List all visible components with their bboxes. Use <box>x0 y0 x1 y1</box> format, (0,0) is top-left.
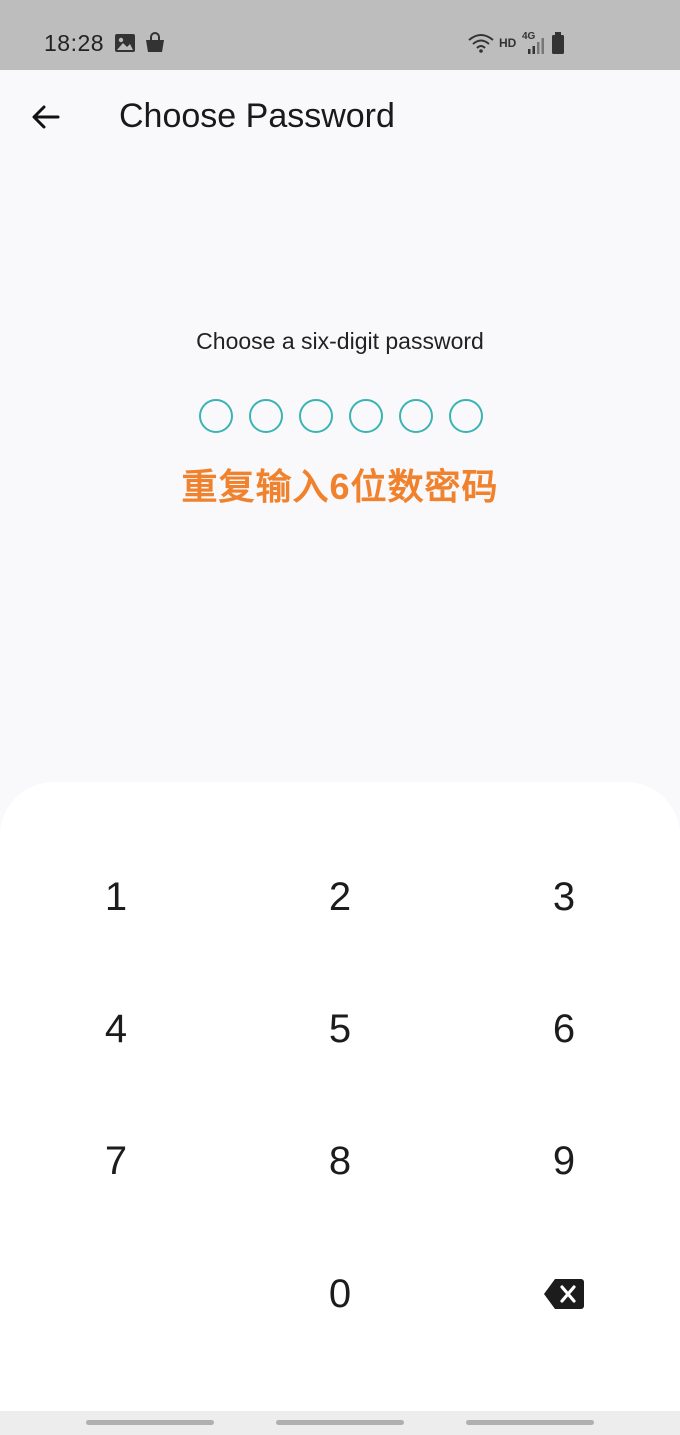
key-8[interactable]: 8 <box>260 1111 420 1211</box>
password-dot <box>249 399 283 433</box>
password-dot <box>199 399 233 433</box>
arrow-left-icon <box>32 105 60 129</box>
screen: 18:28 HD 4G Choose Password Choose a six… <box>0 0 680 1435</box>
key-6[interactable]: 6 <box>484 979 644 1079</box>
hd-label: HD <box>499 36 517 50</box>
repeat-password-hint: 重复输入6位数密码 <box>181 466 499 507</box>
page-title: Choose Password <box>119 97 395 135</box>
key-0[interactable]: 0 <box>260 1244 420 1344</box>
status-bar: 18:28 HD 4G <box>0 0 680 70</box>
password-dot <box>349 399 383 433</box>
key-3[interactable]: 3 <box>484 847 644 947</box>
shopping-bag-icon <box>146 32 164 52</box>
status-time: 18:28 <box>44 30 105 56</box>
key-4[interactable]: 4 <box>36 979 196 1079</box>
password-dots <box>199 399 483 433</box>
numeric-keypad: 1 2 3 4 5 6 7 8 9 0 <box>0 782 680 1411</box>
password-dot <box>399 399 433 433</box>
key-2[interactable]: 2 <box>260 847 420 947</box>
back-button[interactable] <box>24 96 68 140</box>
signal-icon <box>528 38 544 54</box>
password-dot <box>449 399 483 433</box>
key-1[interactable]: 1 <box>36 847 196 947</box>
key-9[interactable]: 9 <box>484 1111 644 1211</box>
nav-pill-left[interactable] <box>86 1420 214 1425</box>
password-dot <box>299 399 333 433</box>
battery-icon <box>552 32 564 54</box>
image-icon <box>115 34 135 52</box>
backspace-icon <box>544 1279 584 1309</box>
key-5[interactable]: 5 <box>260 979 420 1079</box>
nav-pill-right[interactable] <box>466 1420 594 1425</box>
nav-pill-center[interactable] <box>276 1420 404 1425</box>
key-7[interactable]: 7 <box>36 1111 196 1211</box>
password-prompt: Choose a six-digit password <box>196 328 484 354</box>
gesture-nav-bar <box>0 1411 680 1435</box>
backspace-button[interactable] <box>484 1244 644 1344</box>
wifi-icon <box>468 34 494 53</box>
